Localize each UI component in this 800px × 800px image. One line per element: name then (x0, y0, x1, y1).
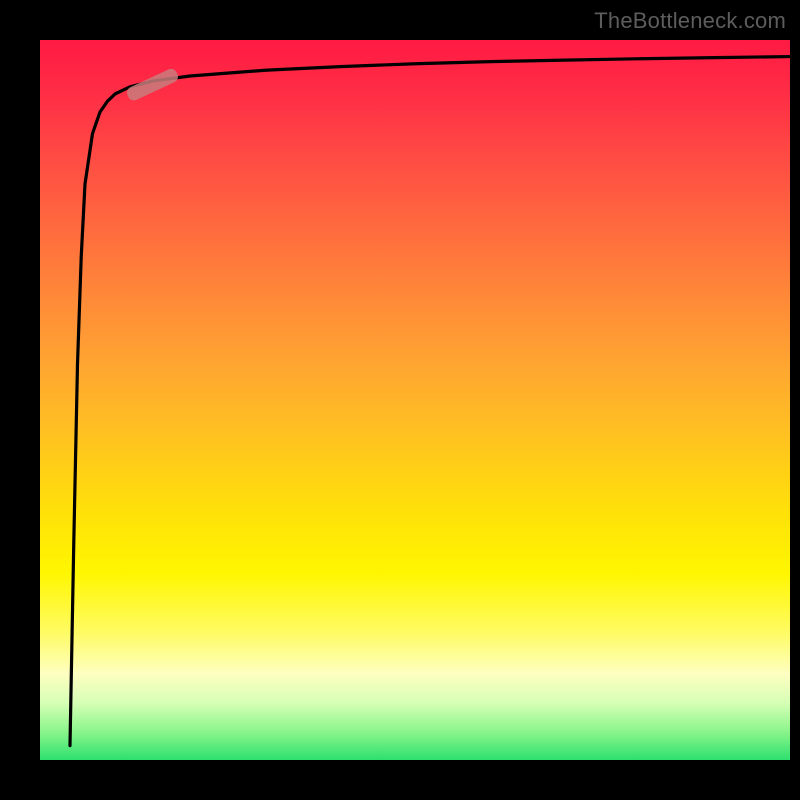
watermark-text: TheBottleneck.com (594, 8, 786, 34)
chart-frame: TheBottleneck.com (0, 0, 800, 800)
plot-area (40, 40, 790, 760)
gradient-background (40, 40, 790, 760)
